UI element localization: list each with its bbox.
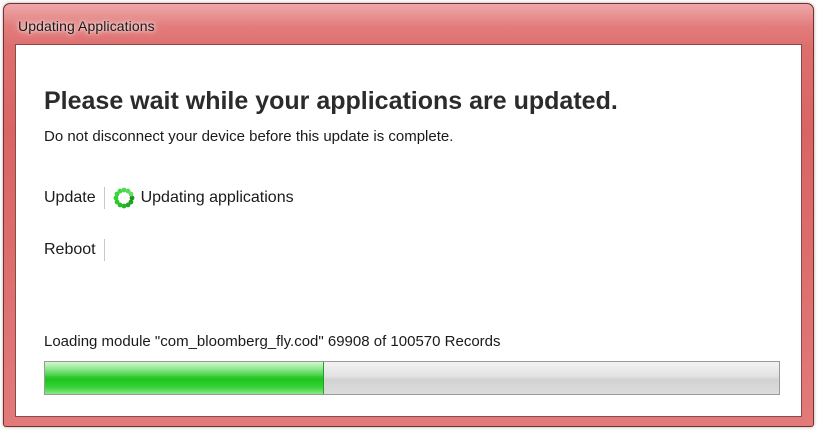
step-divider: [103, 239, 105, 261]
title-bar[interactable]: Updating Applications: [4, 4, 813, 44]
step-reboot-label: Reboot: [44, 241, 96, 258]
dialog-content: Please wait while your applications are …: [15, 44, 802, 417]
page-title: Please wait while your applications are …: [44, 87, 618, 115]
step-update: Update Updating applications: [44, 185, 294, 211]
progress-bar-fill: [45, 362, 324, 394]
spinner-icon: [113, 187, 135, 209]
step-update-status: Updating applications: [140, 189, 294, 206]
progress-bar: [44, 361, 780, 395]
warning-message: Do not disconnect your device before thi…: [44, 128, 454, 145]
window-title: Updating Applications: [18, 18, 155, 34]
update-dialog-window: Updating Applications Please wait while …: [3, 3, 814, 427]
spinner-dot: [128, 191, 133, 197]
progress-status-text: Loading module "com_bloomberg_fly.cod" 6…: [44, 333, 501, 350]
step-update-label: Update: [44, 189, 96, 206]
step-divider: [103, 187, 105, 209]
step-reboot: Reboot: [44, 237, 113, 263]
